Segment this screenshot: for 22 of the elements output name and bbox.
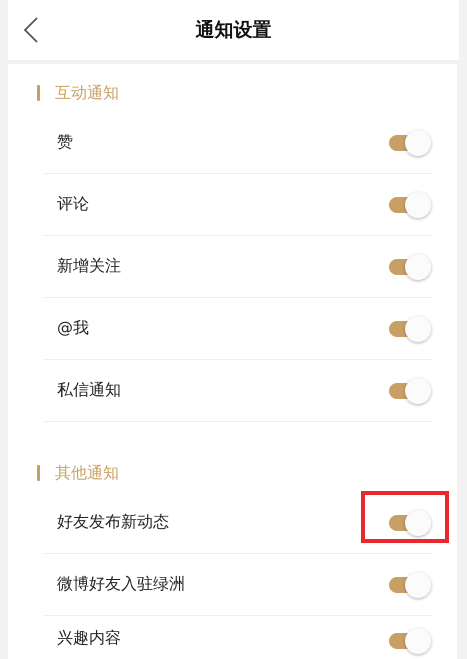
setting-label: 好友发布新动态 — [57, 512, 169, 533]
setting-label: 兴趣内容 — [57, 628, 121, 649]
setting-label: 微博好友入驻绿洲 — [57, 574, 185, 595]
toggle-switch[interactable] — [389, 628, 431, 654]
toggle-switch[interactable] — [389, 316, 431, 342]
section-title: 互动通知 — [55, 82, 119, 104]
back-button[interactable] — [22, 16, 40, 44]
toggle-switch[interactable] — [389, 378, 431, 404]
page-title: 通知设置 — [196, 18, 272, 43]
setting-label: 赞 — [57, 132, 73, 153]
section-marker-icon — [37, 85, 40, 101]
toggle-switch[interactable] — [389, 254, 431, 280]
toggle-switch[interactable] — [389, 130, 431, 156]
setting-label: 评论 — [57, 194, 89, 215]
toggle-switch[interactable] — [389, 192, 431, 218]
section-title: 其他通知 — [55, 462, 119, 484]
setting-label: 新增关注 — [57, 256, 121, 277]
toggle-switch[interactable] — [389, 572, 431, 598]
setting-label: @我 — [57, 318, 89, 339]
setting-label: 私信通知 — [57, 380, 121, 401]
section-marker-icon — [37, 465, 40, 481]
toggle-switch[interactable] — [389, 510, 431, 536]
